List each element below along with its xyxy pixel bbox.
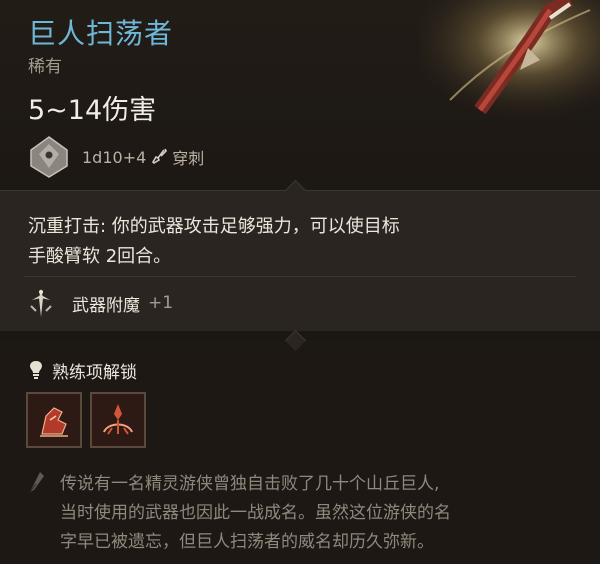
enchantment-row[interactable]: 武器附魔 +1 bbox=[24, 286, 173, 320]
piercing-icon bbox=[152, 148, 168, 165]
d10-dice-icon bbox=[30, 136, 68, 178]
quill-icon bbox=[29, 472, 44, 493]
lightbulb-icon bbox=[30, 361, 42, 379]
item-rarity: 稀有 bbox=[28, 57, 62, 77]
lore-line-3: 字早已被遗忘，但巨人扫荡者的威名却历久弥新。 bbox=[60, 532, 434, 552]
lore-line-1: 传说有一名精灵游侠曾独自击败了几十个山丘巨人, bbox=[60, 474, 440, 494]
damage-dice-row: 1d10+4 穿刺 bbox=[26, 134, 204, 180]
enchantment-label: 武器附魔 bbox=[72, 295, 140, 316]
dice-value: 1d10+4 bbox=[82, 147, 147, 167]
ability-line-2: 手酸臂软 2回合。 bbox=[28, 246, 172, 267]
enchantment-value: +1 bbox=[148, 293, 174, 313]
cleave-icon bbox=[92, 394, 144, 446]
proficiency-header: 熟练项解锁 bbox=[28, 358, 137, 383]
damage-type: 穿刺 bbox=[172, 149, 205, 168]
ability-description: 沉重打击: 你的武器攻击足够强力，可以使目标 手酸臂软 2回合。 bbox=[28, 212, 508, 272]
skill-icon-1[interactable] bbox=[26, 392, 82, 448]
brace-icon bbox=[28, 394, 80, 446]
lore-text: 传说有一名精灵游侠曾独自击败了几十个山丘巨人, 当时使用的武器也因此一战成名。虽… bbox=[60, 470, 580, 557]
proficiency-label: 熟练项解锁 bbox=[52, 362, 137, 383]
lore-line-2: 当时使用的武器也因此一战成名。虽然这位游侠的名 bbox=[60, 503, 451, 523]
item-damage: 5~14伤害 bbox=[28, 95, 157, 126]
item-name: 巨人扫荡者 bbox=[28, 17, 174, 50]
item-tooltip: 巨人扫荡者 稀有 5~14伤害 1d10+4 穿刺 沉重打击: 你的武器攻击足够… bbox=[0, 0, 600, 564]
ability-line-1: 沉重打击: 你的武器攻击足够强力，可以使目标 bbox=[28, 216, 400, 237]
enchantment-icon bbox=[30, 289, 52, 317]
skill-icon-2[interactable] bbox=[90, 392, 146, 448]
divider bbox=[24, 276, 576, 277]
weapon-art-icon bbox=[420, 0, 600, 120]
